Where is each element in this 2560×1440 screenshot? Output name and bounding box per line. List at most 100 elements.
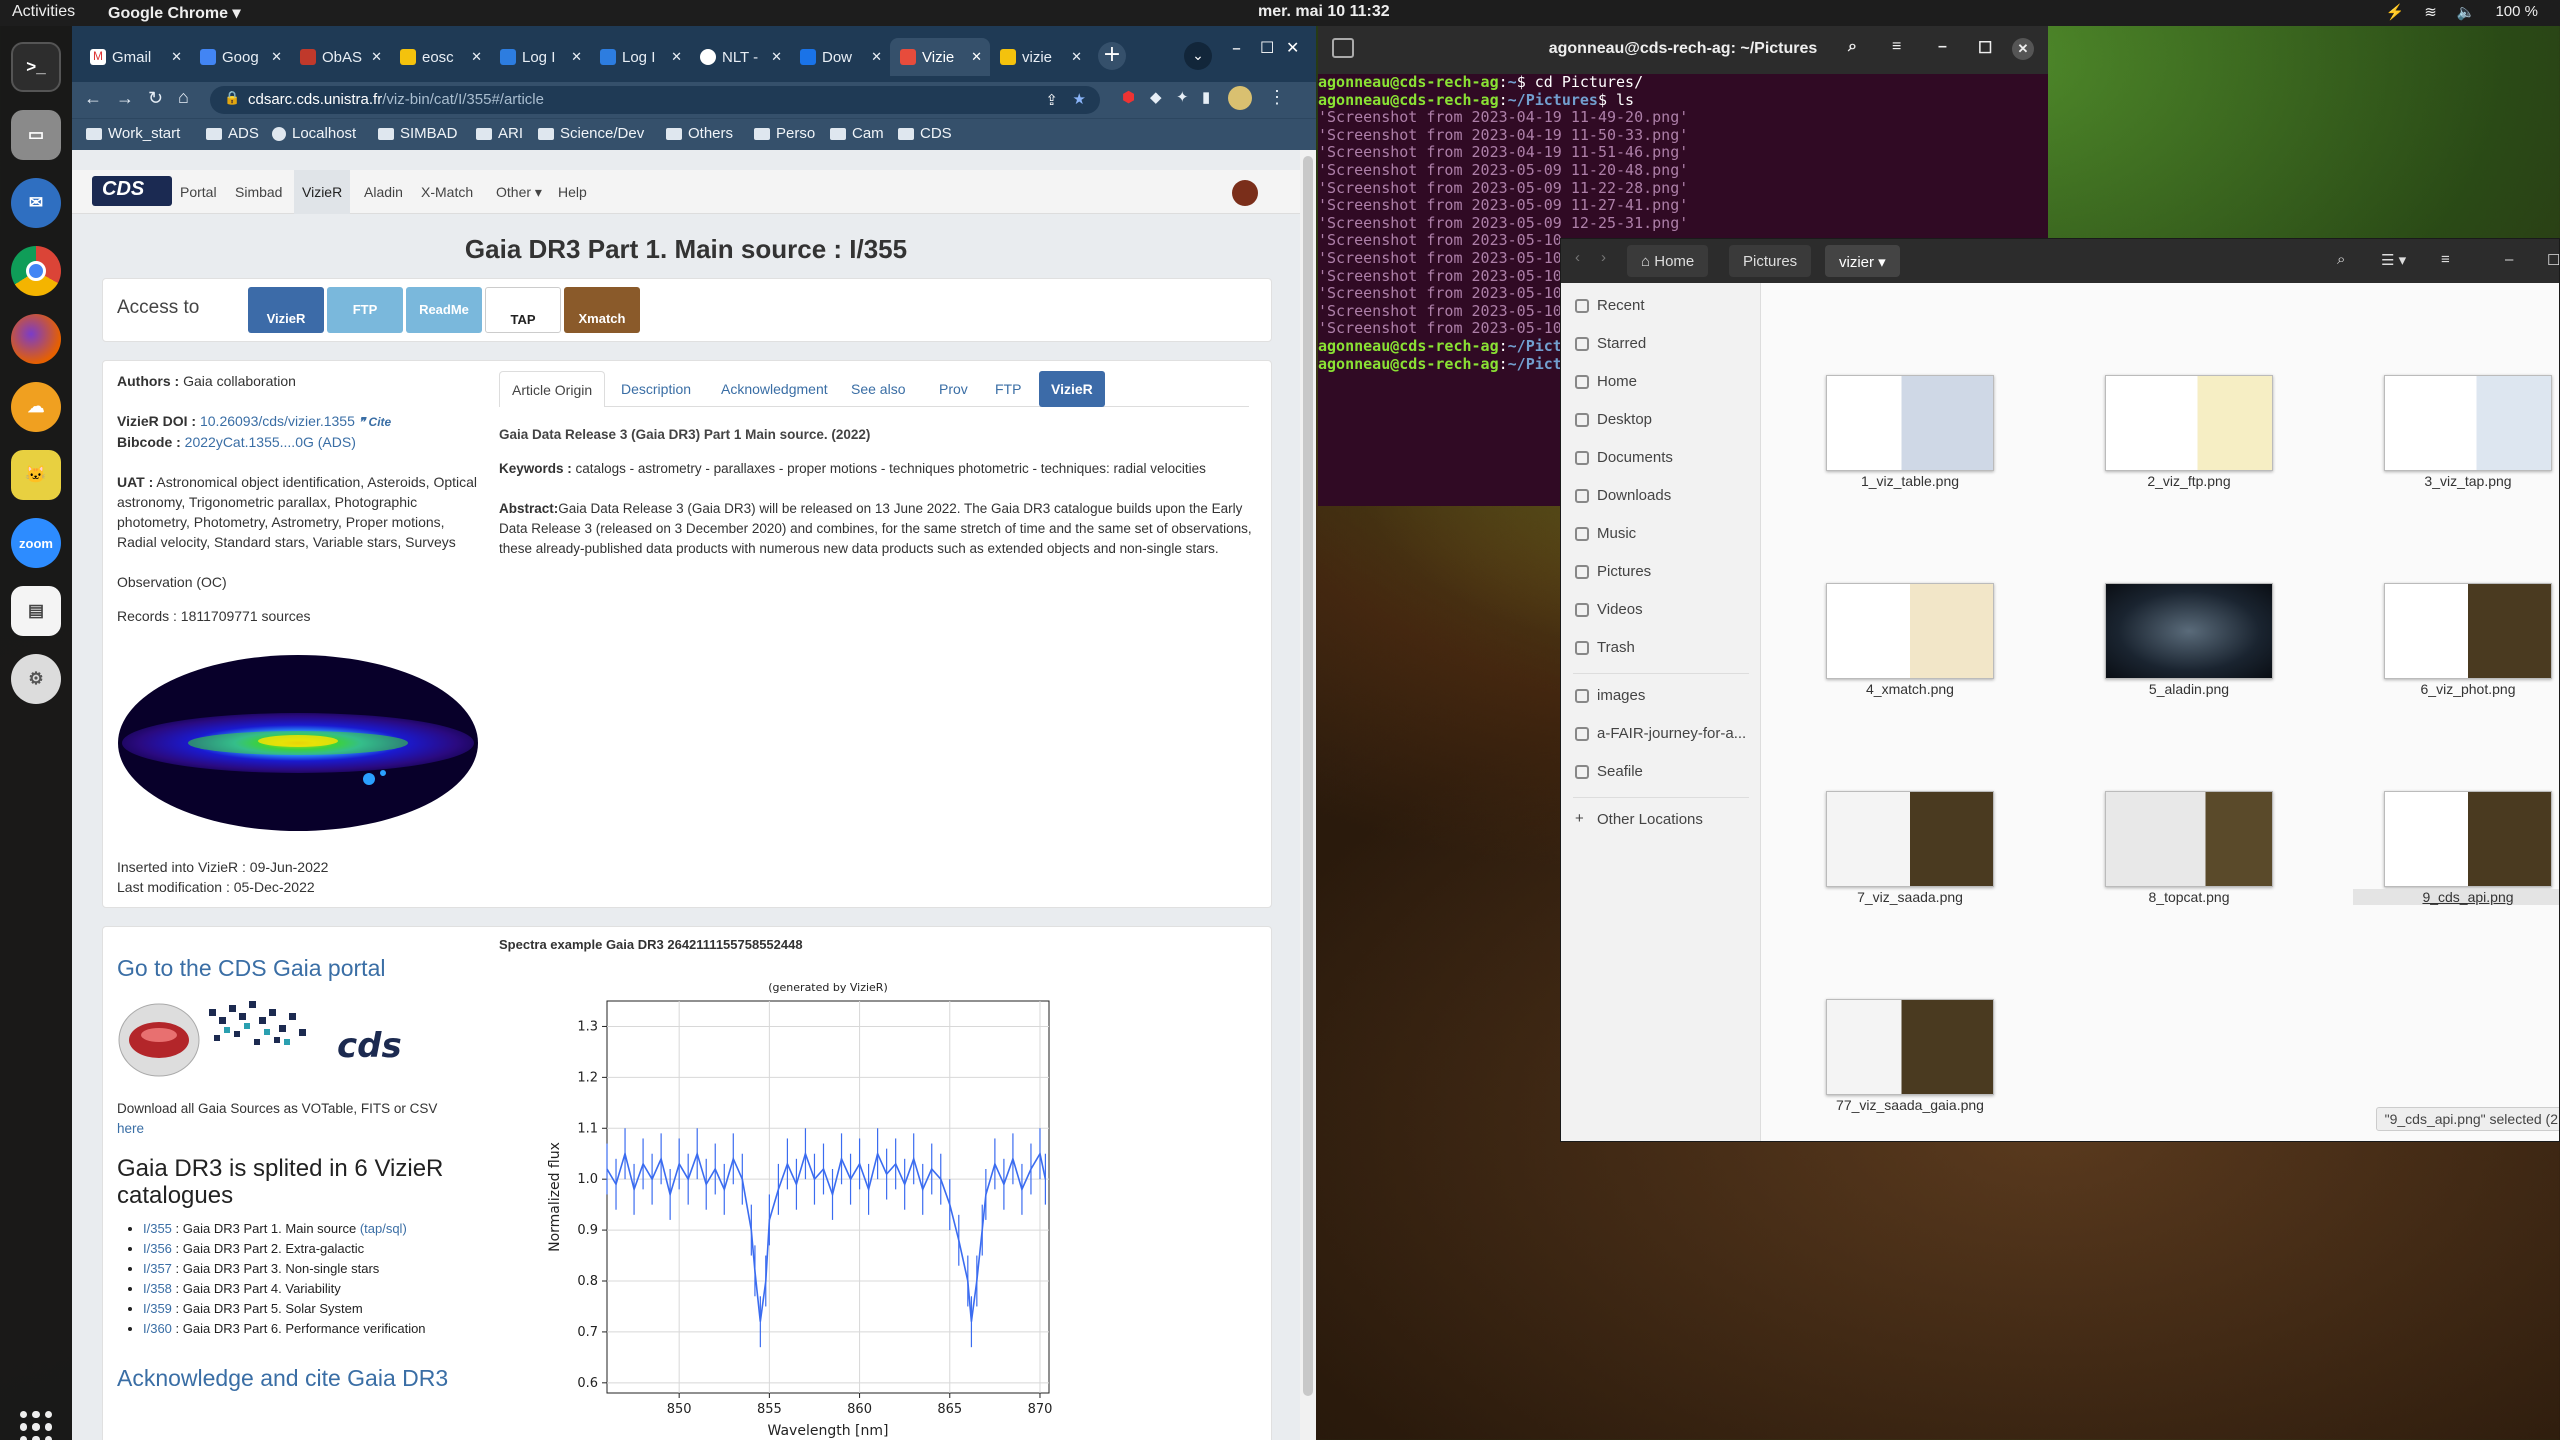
- access-xmatch-button[interactable]: Xmatch: [564, 287, 640, 333]
- tab-ftp[interactable]: FTP: [983, 371, 1033, 407]
- scrollbar-thumb[interactable]: [1303, 156, 1313, 1396]
- files-window[interactable]: ‹ › ⌂ Home Pictures vizier ▾ ⌕ ☰ ▾ ≡ – ☐…: [1560, 238, 2560, 1142]
- access-ftp-button[interactable]: FTP: [327, 287, 403, 333]
- tab-log-in-2[interactable]: Log I ✕: [590, 38, 690, 76]
- file-thumbnail[interactable]: [2105, 791, 2273, 887]
- file-thumbnail[interactable]: [2105, 583, 2273, 679]
- forward-icon[interactable]: →: [116, 88, 134, 109]
- nav-other[interactable]: Other ▾: [496, 184, 542, 201]
- file-label[interactable]: 8_topcat.png: [2074, 889, 2304, 905]
- close-icon[interactable]: ✕: [1071, 49, 1082, 65]
- file-thumbnail[interactable]: [1826, 375, 1994, 471]
- tab-gmail[interactable]: M Gmail ✕: [80, 38, 190, 76]
- close-icon[interactable]: ✕: [671, 49, 682, 65]
- minimize-icon[interactable]: –: [2505, 251, 2513, 268]
- topcat-icon[interactable]: 🐱: [11, 450, 61, 500]
- sidebar-item-desktop[interactable]: Desktop: [1575, 411, 1652, 428]
- bookmark-cam[interactable]: Cam: [830, 125, 884, 142]
- window-close-icon[interactable]: ✕: [1286, 38, 1299, 57]
- file-label[interactable]: 7_viz_saada.png: [1795, 889, 2025, 905]
- file-thumbnail[interactable]: [1826, 999, 1994, 1095]
- profile-avatar[interactable]: [1228, 86, 1252, 110]
- tab-download[interactable]: Dow ✕: [790, 38, 890, 76]
- side-panel-icon[interactable]: ▮: [1202, 88, 1210, 106]
- owncloud-icon[interactable]: ☁: [11, 382, 61, 432]
- search-icon[interactable]: ⌕: [2337, 251, 2345, 268]
- sidebar-item-trash[interactable]: Trash: [1575, 639, 1635, 656]
- crumb-home[interactable]: ⌂ Home: [1627, 245, 1709, 277]
- page-scrollbar[interactable]: [1300, 150, 1316, 1440]
- sidebar-item-documents[interactable]: Documents: [1575, 449, 1673, 466]
- spectrum-chart[interactable]: (generated by VizieR) 850 855 860 865 870 0.6…: [533, 973, 1093, 1440]
- tab-vizier[interactable]: VizieR: [1039, 371, 1105, 407]
- bookmark-ads[interactable]: ADS: [206, 125, 259, 142]
- app-menu[interactable]: Google Chrome ▾: [108, 3, 240, 23]
- bookmark-simbad[interactable]: SIMBAD: [378, 125, 458, 142]
- nav-simbad[interactable]: Simbad: [235, 184, 282, 200]
- file-label-selected[interactable]: 9_cds_api.png: [2353, 889, 2559, 905]
- file-thumbnail[interactable]: [2384, 583, 2552, 679]
- terminal-icon[interactable]: >_: [11, 42, 61, 92]
- menu-icon[interactable]: ⋮: [1268, 87, 1286, 108]
- nav-vizier[interactable]: VizieR: [294, 170, 351, 214]
- tab-description[interactable]: Description: [609, 371, 703, 407]
- close-icon[interactable]: ✕: [571, 49, 582, 65]
- crumb-pictures[interactable]: Pictures: [1729, 245, 1812, 277]
- file-thumbnail[interactable]: [2105, 375, 2273, 471]
- sidebar-item-images[interactable]: images: [1575, 687, 1645, 704]
- extension-icon[interactable]: ◆: [1150, 88, 1162, 106]
- ublock-icon[interactable]: ⬢: [1122, 88, 1135, 106]
- sidebar-item-seafile[interactable]: Seafile: [1575, 763, 1643, 780]
- bookmark-science-dev[interactable]: Science/Dev: [538, 125, 644, 142]
- file-thumbnail[interactable]: [1826, 791, 1994, 887]
- portal-heading[interactable]: Go to the CDS Gaia portal: [117, 955, 385, 982]
- crumb-vizier[interactable]: vizier ▾: [1825, 245, 1900, 277]
- maximize-icon[interactable]: ☐: [1260, 38, 1274, 57]
- close-icon[interactable]: ✕: [2012, 38, 2034, 60]
- tab-obas[interactable]: ObAS ✕: [290, 38, 390, 76]
- nav-aladin[interactable]: Aladin: [364, 184, 403, 200]
- system-tray[interactable]: ⚡ ≋ 🔈 100 %: [2386, 3, 2539, 21]
- file-label[interactable]: 2_viz_ftp.png: [2074, 473, 2304, 489]
- forward-icon[interactable]: ›: [1601, 249, 1606, 266]
- tab-google[interactable]: Goog ✕: [190, 38, 290, 76]
- menu-icon[interactable]: ≡: [2441, 251, 2450, 268]
- activities-button[interactable]: Activities: [12, 3, 75, 21]
- firefox-icon[interactable]: [11, 314, 61, 364]
- sky-map-image[interactable]: [117, 653, 479, 833]
- puzzle-icon[interactable]: ✦: [1176, 88, 1189, 106]
- file-label[interactable]: 5_aladin.png: [2074, 681, 2304, 697]
- access-tap-button[interactable]: TAP: [485, 287, 561, 333]
- bookmark-perso[interactable]: Perso: [754, 125, 815, 142]
- new-tab-button[interactable]: +: [1098, 42, 1126, 70]
- tab-vizier-active[interactable]: Vizie ✕: [890, 38, 990, 76]
- file-label[interactable]: 77_viz_saada_gaia.png: [1795, 1097, 2025, 1113]
- bookmark-localhost[interactable]: Localhost: [272, 125, 356, 142]
- tab-nlt[interactable]: NLT - ✕: [690, 38, 790, 76]
- bookmark-star-icon[interactable]: ★: [1073, 90, 1086, 108]
- home-icon[interactable]: ⌂: [178, 87, 189, 108]
- tab-search-icon[interactable]: ⌄: [1184, 42, 1212, 70]
- tab-prov[interactable]: Prov: [927, 371, 980, 407]
- close-icon[interactable]: ✕: [371, 49, 382, 65]
- tab-acknowledgment[interactable]: Acknowledgment: [709, 371, 840, 407]
- document-viewer-icon[interactable]: ▤: [11, 586, 61, 636]
- nav-portal[interactable]: Portal: [180, 184, 217, 200]
- close-icon[interactable]: ✕: [171, 49, 182, 65]
- zoom-icon[interactable]: zoom: [11, 518, 61, 568]
- address-bar[interactable]: 🔒 cdsarc.cds.unistra.fr/viz-bin/cat/I/35…: [210, 86, 1100, 114]
- file-label[interactable]: 6_viz_phot.png: [2353, 681, 2559, 697]
- new-tab-icon[interactable]: [1332, 38, 1354, 58]
- back-icon[interactable]: ←: [84, 88, 102, 109]
- tab-see-also[interactable]: See also: [839, 371, 917, 407]
- sidebar-item-home[interactable]: Home: [1575, 373, 1637, 390]
- download-link[interactable]: here: [117, 1121, 144, 1136]
- sidebar-item-pictures[interactable]: Pictures: [1575, 563, 1651, 580]
- settings-icon[interactable]: ⚙: [11, 654, 61, 704]
- file-label[interactable]: 1_viz_table.png: [1795, 473, 2025, 489]
- show-apps-icon[interactable]: [20, 1411, 52, 1440]
- file-label[interactable]: 4_xmatch.png: [1795, 681, 2025, 697]
- sidebar-item-fair-journey[interactable]: a-FAIR-journey-for-a...: [1575, 725, 1746, 742]
- maximize-icon[interactable]: ☐: [1978, 38, 1992, 58]
- minimize-icon[interactable]: –: [1938, 38, 1947, 56]
